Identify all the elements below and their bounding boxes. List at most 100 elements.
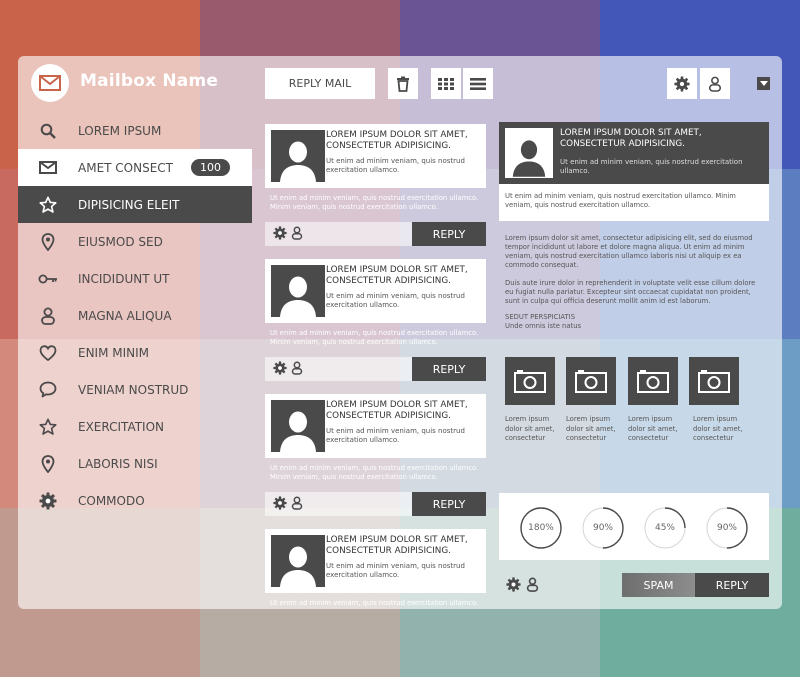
photo-attachment[interactable] — [689, 357, 739, 405]
detail-title: LOREM IPSUM DOLOR SIT AMET, CONSECTETUR … — [560, 128, 702, 149]
message-snippet: Ut enim ad minim veniam, quis nostrud ex… — [326, 157, 465, 174]
spam-button[interactable]: SPAM — [622, 573, 695, 597]
user-icon[interactable] — [291, 226, 303, 240]
photo-caption: Lorem ipsum dolor sit amet, consectetur — [566, 415, 616, 442]
reply-button[interactable]: REPLY — [412, 492, 486, 516]
user-icon — [41, 307, 55, 325]
gauge-label: 45% — [654, 523, 675, 533]
heart-icon — [39, 344, 57, 361]
user-silhouette-icon — [280, 276, 316, 317]
photo-attachment[interactable] — [505, 357, 555, 405]
location-pin-icon — [41, 454, 55, 473]
sidebar-item-label: LABORIS NISI — [78, 456, 158, 471]
gauge-label: 90% — [716, 523, 737, 533]
search-icon — [40, 123, 56, 139]
message-card[interactable]: LOREM IPSUM DOLOR SIT AMET, CONSECTETUR … — [265, 394, 486, 458]
detail-body-paragraph: Lorem ipsum dolor sit amet, consectetur … — [505, 234, 753, 269]
message-card[interactable]: LOREM IPSUM DOLOR SIT AMET, CONSECTETUR … — [265, 259, 486, 323]
settings-button[interactable] — [667, 68, 697, 99]
sidebar-item-label: MAGNA ALIQUA — [78, 308, 172, 323]
message-card[interactable]: LOREM IPSUM DOLOR SIT AMET, CONSECTETUR … — [265, 529, 486, 593]
sidebar-item-label: COMMODO — [78, 493, 145, 508]
gear-icon — [39, 492, 57, 509]
sidebar-item-label: AMET CONSECT — [78, 160, 173, 175]
photo-attachment[interactable] — [628, 357, 678, 405]
sidebar-item-label: ENIM MINIM — [78, 345, 150, 360]
message-title: LOREM IPSUM DOLOR SIT AMET, CONSECTETUR … — [326, 265, 468, 286]
camera-icon — [637, 370, 669, 393]
sidebar-item-exercitation[interactable]: EXERCITATION — [18, 408, 252, 445]
sidebar-item-label: LOREM IPSUM — [78, 123, 162, 138]
sidebar-item-incididunt-ut[interactable]: INCIDIDUNT UT — [18, 260, 252, 297]
sidebar-item-enim-minim[interactable]: ENIM MINIM — [18, 334, 252, 371]
profile-button[interactable] — [700, 68, 730, 99]
user-silhouette-icon — [280, 141, 316, 182]
sender-avatar — [271, 265, 325, 317]
user-icon[interactable] — [291, 496, 303, 510]
mail-icon — [39, 75, 61, 91]
message-card[interactable]: LOREM IPSUM DOLOR SIT AMET, CONSECTETUR … — [265, 124, 486, 188]
user-icon[interactable] — [291, 361, 303, 375]
detail-body-line: Unde omnis iste natus — [505, 322, 582, 330]
sender-avatar — [271, 130, 325, 182]
sidebar-item-label: VENIAM NOSTRUD — [78, 382, 189, 397]
gear-icon — [674, 75, 690, 92]
grid-view-button[interactable] — [431, 68, 461, 99]
progress-gauge: 90% — [581, 506, 625, 550]
sidebar-item-magna-aliqua[interactable]: MAGNA ALIQUA — [18, 297, 252, 334]
detail-action-icons — [506, 577, 539, 592]
sender-avatar — [271, 535, 325, 587]
detail-summary-box: Ut enim ad minim veniam, quis nostrud ex… — [499, 184, 769, 221]
sidebar-item-label: EXERCITATION — [78, 419, 165, 434]
message-title: LOREM IPSUM DOLOR SIT AMET, CONSECTETUR … — [326, 535, 468, 556]
message-snippet: Ut enim ad minim veniam, quis nostrud ex… — [326, 292, 465, 309]
mailbox-logo[interactable] — [31, 64, 69, 102]
progress-gauge: 180% — [519, 506, 563, 550]
message-snippet: Ut enim ad minim veniam, quis nostrud ex… — [326, 427, 465, 444]
delete-button[interactable] — [388, 68, 418, 99]
star-icon — [39, 196, 57, 213]
dropdown-toggle[interactable] — [757, 77, 770, 90]
key-icon — [38, 274, 57, 283]
photo-caption: Lorem ipsum dolor sit amet, consectetur — [628, 415, 678, 442]
message-title: LOREM IPSUM DOLOR SIT AMET, CONSECTETUR … — [326, 130, 468, 151]
message-title: LOREM IPSUM DOLOR SIT AMET, CONSECTETUR … — [326, 400, 468, 421]
grid-icon — [438, 77, 454, 90]
chat-bubble-icon — [39, 381, 57, 398]
message-preview: Ut enim ad minim veniam, quis nostrud ex… — [270, 464, 479, 481]
gear-icon[interactable] — [273, 226, 287, 240]
reply-button[interactable]: REPLY — [695, 573, 769, 597]
message-preview: Ut enim ad minim veniam, quis nostrud ex… — [270, 599, 479, 607]
reply-button[interactable]: REPLY — [412, 357, 486, 381]
detail-body-paragraph: Duis aute irure dolor in reprehenderit i… — [505, 279, 756, 305]
detail-summary: Ut enim ad minim veniam, quis nostrud ex… — [505, 192, 736, 209]
photo-attachment[interactable] — [566, 357, 616, 405]
detail-body-heading: SEDUT PERSPICIATIS — [505, 313, 576, 321]
reply-mail-button[interactable]: REPLY MAIL — [265, 68, 375, 99]
detail-snippet: Ut enim ad minim veniam, quis nostrud ex… — [560, 158, 743, 175]
unread-count-badge: 100 — [191, 159, 230, 176]
gauge-label: 180% — [528, 523, 554, 533]
list-icon — [470, 77, 486, 90]
user-silhouette-icon — [280, 411, 316, 452]
location-pin-icon — [41, 232, 55, 251]
list-view-button[interactable] — [463, 68, 493, 99]
message-action-bar: REPLY — [265, 357, 486, 381]
sidebar-item-veniam-nostrud[interactable]: VENIAM NOSTRUD — [18, 371, 252, 408]
caret-down-icon — [759, 81, 768, 86]
progress-gauge: 90% — [705, 506, 749, 550]
sidebar-item-commodo[interactable]: COMMODO — [18, 482, 252, 519]
mailbox-name: Mailbox Name — [80, 71, 219, 91]
reply-button[interactable]: REPLY — [412, 222, 486, 246]
sidebar-item-lorem-ipsum[interactable]: LOREM IPSUM — [18, 112, 252, 149]
sidebar-item-amet-consect[interactable]: AMET CONSECT 100 — [18, 149, 252, 186]
sidebar-item-eiusmod-sed[interactable]: EIUSMOD SED — [18, 223, 252, 260]
gear-icon[interactable] — [506, 577, 521, 592]
gear-icon[interactable] — [273, 361, 287, 375]
star-icon — [39, 418, 57, 435]
sidebar-item-dipisicing-eleit[interactable]: DIPISICING ELEIT — [18, 186, 252, 223]
gear-icon[interactable] — [273, 496, 287, 510]
sidebar-item-laboris-nisi[interactable]: LABORIS NISI — [18, 445, 252, 482]
user-icon[interactable] — [526, 577, 539, 592]
sidebar-item-label: DIPISICING ELEIT — [78, 197, 180, 212]
